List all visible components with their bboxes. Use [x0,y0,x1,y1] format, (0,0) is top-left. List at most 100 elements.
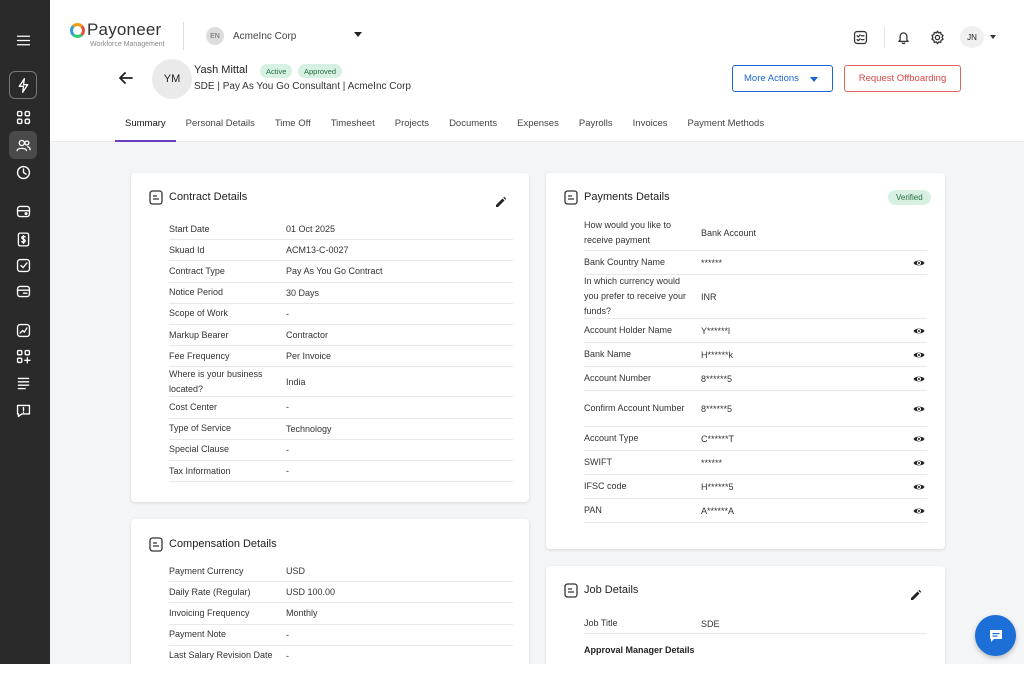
tab-expenses[interactable]: Expenses [507,118,569,142]
eye-reveal-icon[interactable] [913,349,925,361]
request-offboarding-button[interactable]: Request Offboarding [844,65,961,92]
eye-reveal-icon[interactable] [913,457,925,469]
detail-row: In which currency would you prefer to re… [584,275,927,319]
tasks-checklist-icon[interactable] [850,27,870,47]
detail-row: Job Title SDE [584,614,927,634]
detail-value: - [286,402,289,413]
detail-value: - [286,650,289,661]
eye-reveal-icon[interactable] [913,325,925,337]
menu-icon[interactable] [9,26,37,54]
chat-icon [989,629,1002,642]
pencil-edit-icon[interactable] [910,588,922,600]
detail-label: Bank Name [584,349,632,359]
detail-label: Tax Information [169,465,231,476]
report-list-icon[interactable] [9,369,37,397]
detail-row: Account Type C******T [584,427,927,451]
detail-label: Account Holder Name [584,325,673,335]
card-title: Job Details [584,584,639,596]
detail-label: Invoicing Frequency [169,607,250,618]
detail-value: - [286,629,289,640]
detail-row: Invoicing Frequency Monthly [169,603,513,625]
tab-payment-methods[interactable]: Payment Methods [678,118,775,142]
detail-row: Start Date 01 Oct 2025 [169,219,513,241]
detail-row: Payment Note - [169,625,513,646]
payoneer-logo[interactable]: Payoneer Workforce Management [70,20,165,48]
pencil-edit-icon[interactable] [495,195,507,207]
tab-timesheet[interactable]: Timesheet [321,118,385,142]
eye-reveal-icon[interactable] [913,403,925,415]
tab-invoices[interactable]: Invoices [623,118,678,142]
eye-reveal-icon[interactable] [913,257,925,269]
tab-documents[interactable]: Documents [439,118,507,142]
user-menu-chevron-down-icon[interactable] [990,35,996,39]
detail-value: C******T [701,433,735,444]
clock-icon[interactable] [9,158,37,186]
tab-projects[interactable]: Projects [385,118,439,142]
verified-badge: Verified [888,190,931,205]
detail-row: Markup Bearer Contractor [169,325,513,347]
feedback-message-icon[interactable] [9,396,37,424]
invoice-dollar-icon[interactable] [9,225,37,253]
brand-subtitle: Workforce Management [90,41,165,48]
tab-personal-details[interactable]: Personal Details [176,118,265,142]
detail-row: Where is your business located? India [169,367,513,398]
eye-reveal-icon[interactable] [913,433,925,445]
compensation-details-card: Compensation Details Payment Currency USD… [131,519,529,679]
detail-row: Confirm Account Number 8******5 [584,391,927,427]
chevron-down-icon [810,77,818,82]
detail-row: Bank Country Name ****** [584,251,927,275]
detail-label: Fee Frequency [169,350,230,361]
brand-name: Payoneer [87,20,162,39]
detail-value: H******5 [701,481,734,492]
more-actions-label: More Actions [744,73,799,84]
chat-support-button[interactable] [975,615,1016,656]
quick-actions-lightning-icon[interactable] [9,71,37,99]
detail-label: IFSC code [584,481,627,491]
detail-row: Account Holder Name Y******l [584,319,927,343]
bell-icon[interactable] [893,27,913,47]
chevron-down-icon [354,32,362,37]
tab-payrolls[interactable]: Payrolls [569,118,623,142]
detail-value: Per Invoice [286,351,332,362]
gear-icon[interactable] [927,27,947,47]
check-square-icon[interactable] [9,251,37,279]
wallet-icon[interactable] [9,197,37,225]
card-title: Payments Details [584,191,670,203]
people-icon[interactable] [9,131,37,159]
detail-row: Skuad Id ACM13-C-0027 [169,240,513,262]
detail-row: Account Number 8******5 [584,367,927,391]
detail-value: - [286,308,289,319]
employee-subtitle: SDE | Pay As You Go Consultant | AcmeInc… [194,81,411,92]
eye-reveal-icon[interactable] [913,481,925,493]
detail-row: How would you like to receive payment Ban… [584,215,927,251]
more-actions-button[interactable]: More Actions [732,65,833,92]
dashboard-grid-icon[interactable] [9,103,37,131]
detail-label: Markup Bearer [169,329,229,340]
detail-value: ACM13-C-0027 [286,245,349,256]
payment-card-icon[interactable] [9,277,37,305]
org-name: AcmeInc Corp [233,30,297,42]
document-icon [149,190,163,205]
detail-label: SWIFT [584,457,612,467]
detail-label: Notice Period [169,287,224,298]
detail-label: In which currency would you prefer to re… [584,276,687,316]
apps-add-icon[interactable] [9,342,37,370]
eye-reveal-icon[interactable] [913,505,925,517]
detail-label: Last Salary Revision Date [169,650,273,661]
detail-row: Special Clause - [169,440,513,461]
detail-row: IFSC code H******5 [584,475,927,499]
back-arrow-icon[interactable] [118,70,134,86]
detail-value: 01 Oct 2025 [286,224,336,235]
detail-value: 30 Days [286,287,320,298]
detail-label: Skuad Id [169,244,205,255]
employee-name: Yash Mittal [194,64,248,76]
analytics-chart-icon[interactable] [9,316,37,344]
user-avatar[interactable]: JN [960,26,984,48]
org-switcher[interactable]: EN AcmeInc Corp [206,27,362,45]
detail-value: Technology [286,423,332,434]
tab-time-off[interactable]: Time Off [265,118,321,142]
detail-row: Notice Period 30 Days [169,283,513,304]
eye-reveal-icon[interactable] [913,373,925,385]
tab-summary[interactable]: Summary [115,118,176,142]
detail-label: Type of Service [169,423,232,434]
